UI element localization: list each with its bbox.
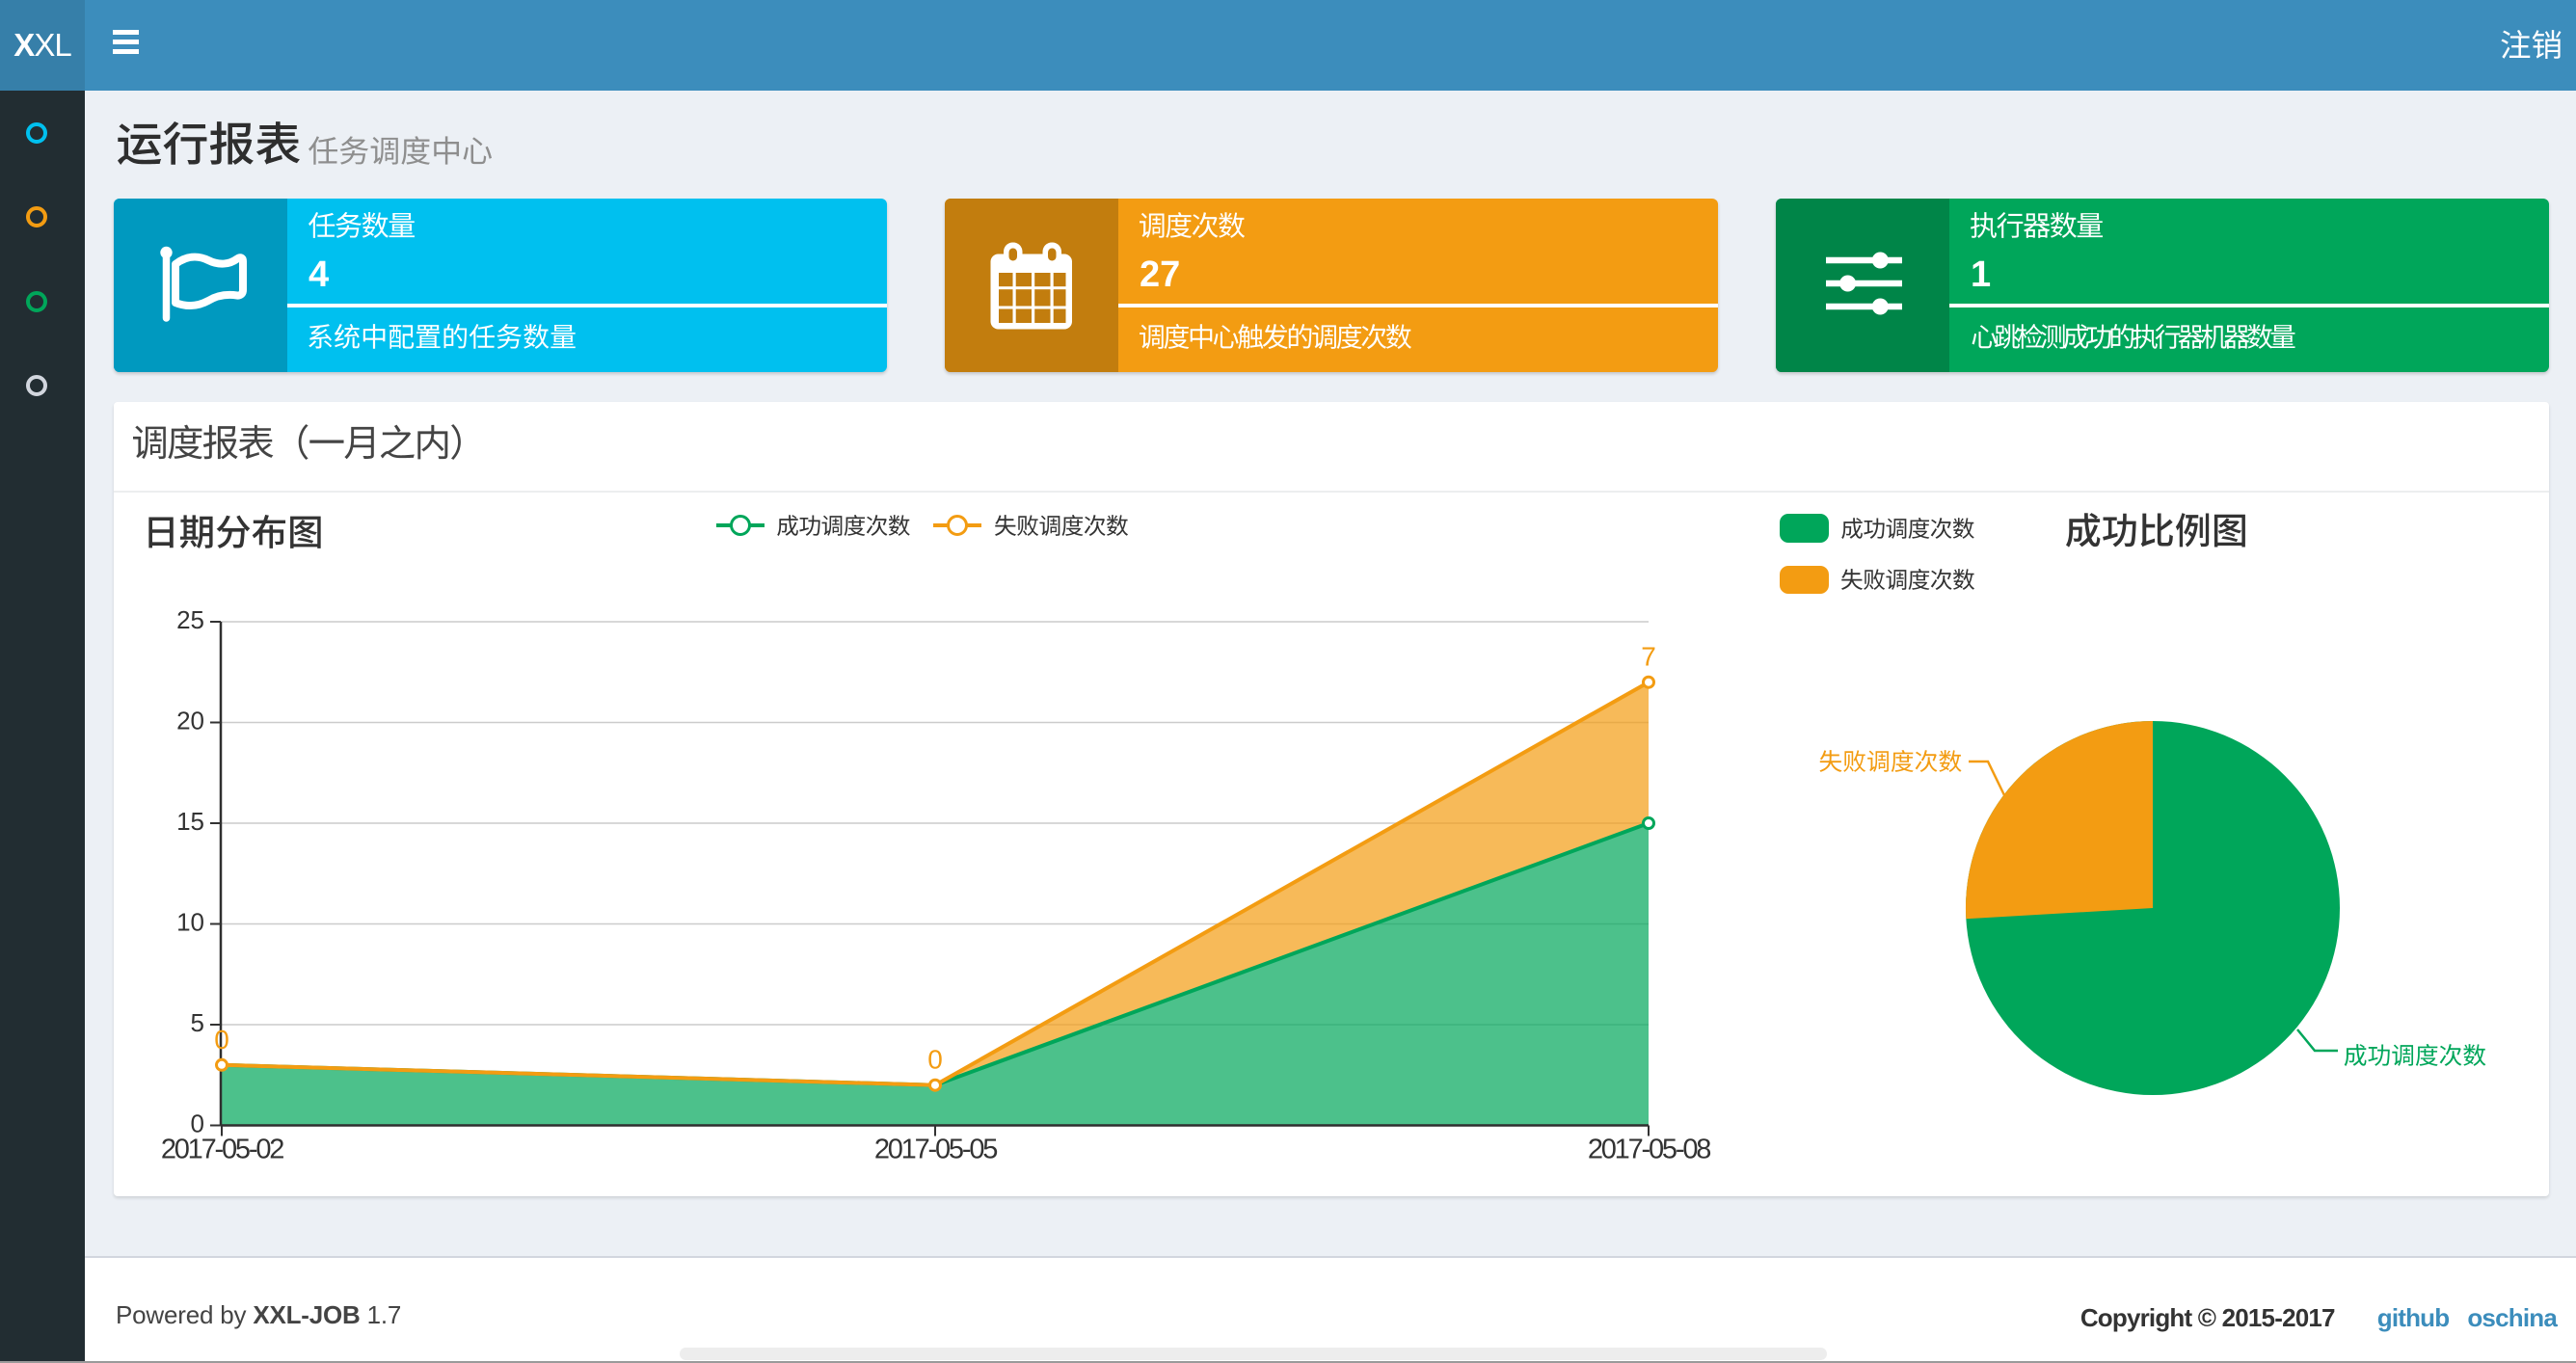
svg-text:7: 7 [1641, 642, 1656, 672]
svg-text:2017-05-02: 2017-05-02 [161, 1135, 283, 1165]
svg-text:10: 10 [176, 908, 204, 937]
svg-text:0: 0 [214, 1025, 229, 1055]
svg-text:15: 15 [176, 807, 204, 836]
svg-text:25: 25 [176, 605, 204, 634]
svg-text:20: 20 [176, 707, 204, 735]
svg-text:2017-05-05: 2017-05-05 [874, 1135, 997, 1165]
svg-text:2017-05-08: 2017-05-08 [1588, 1135, 1710, 1165]
svg-text:5: 5 [191, 1008, 204, 1037]
svg-text:0: 0 [927, 1045, 943, 1075]
